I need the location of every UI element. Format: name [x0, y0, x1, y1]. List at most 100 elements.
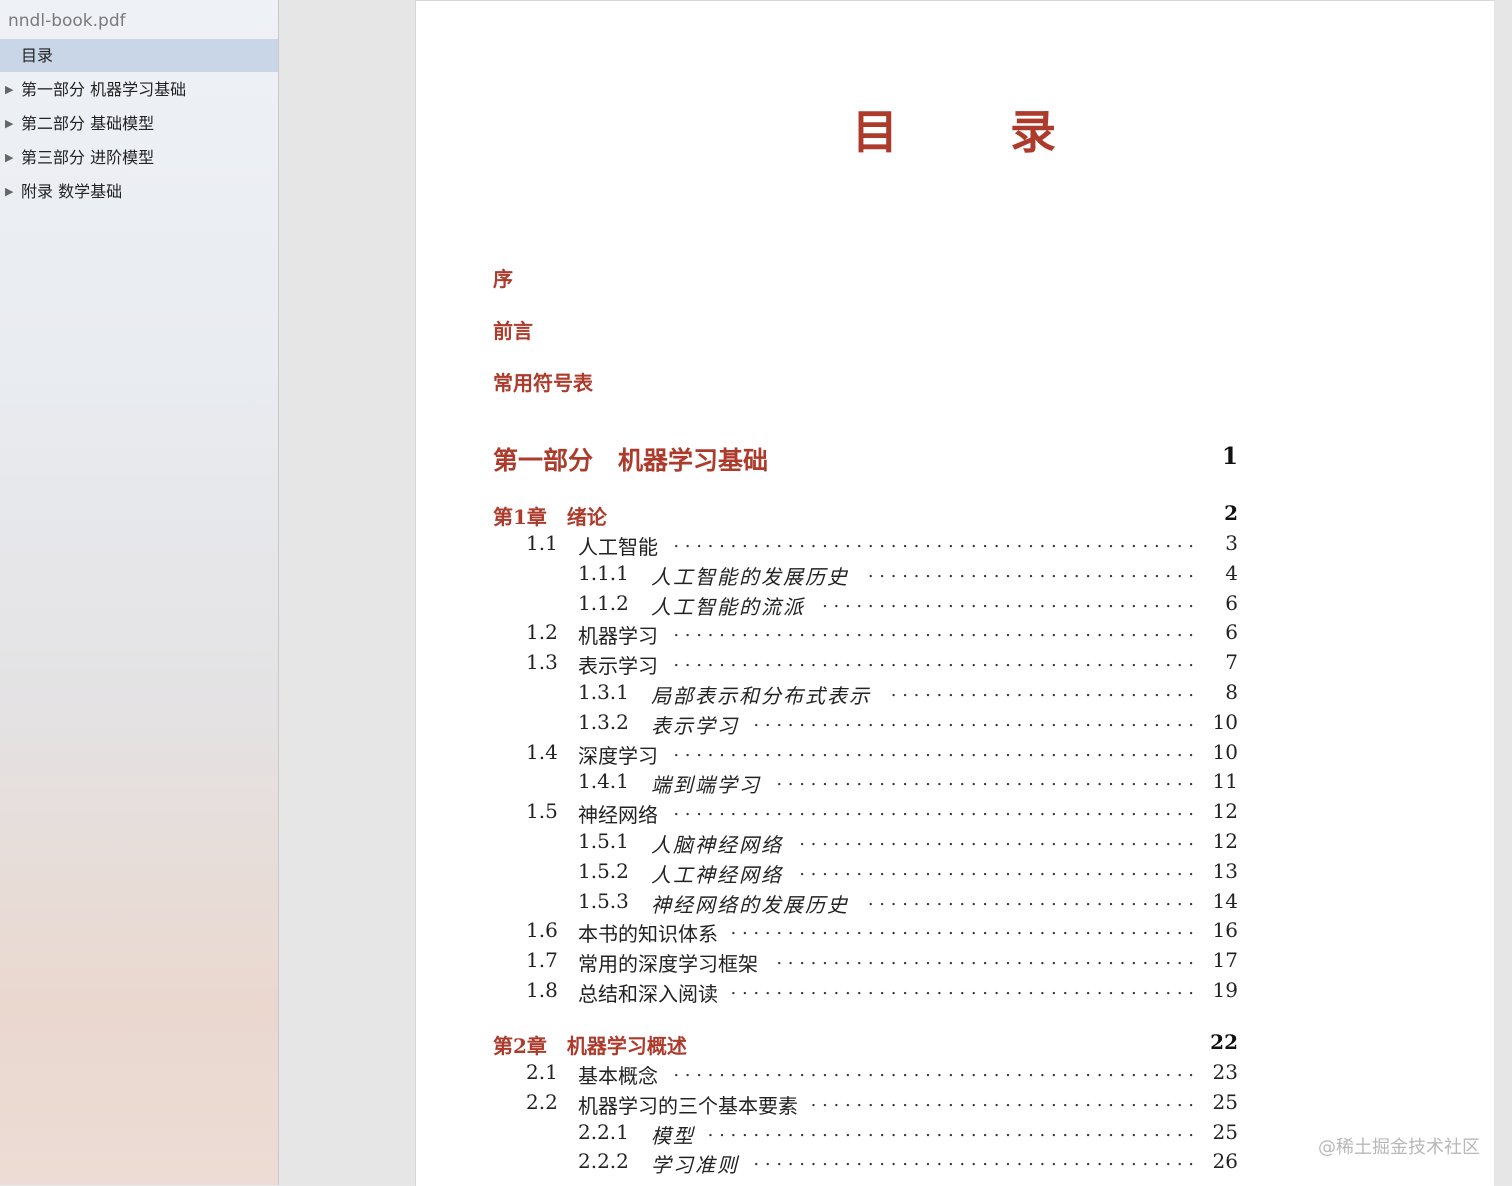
toc-entry-row[interactable]: 1.6 本书的知识体系 . . . . . . . . . . . . . . .…	[416, 918, 1494, 946]
toc-entry-title: 人工智能的流派	[651, 595, 805, 619]
outline-item-5[interactable]: ▶ 附录 数学基础	[0, 175, 278, 208]
toc-entry-row[interactable]: 1.3.1 局部表示和分布式表示 . . . . . . . . . . . . …	[416, 680, 1494, 708]
toc-entry-title: 机器学习的三个基本要素	[578, 1094, 798, 1118]
disclosure-triangle-icon[interactable]: ▶	[5, 73, 13, 106]
outline-item-label: 目录	[21, 46, 54, 65]
toc-entry-row[interactable]: 1.1 人工智能 . . . . . . . . . . . . . . . . …	[416, 531, 1494, 559]
toc-entry-row[interactable]: 1.1.2 人工智能的流派 . . . . . . . . . . . . . .…	[416, 591, 1494, 619]
toc-entry-page: 26	[1212, 1149, 1238, 1173]
toc-entry-number: 1.1.1	[578, 561, 629, 585]
toc-entry-number: 2.1	[526, 1060, 558, 1084]
toc-entry-title: 深度学习	[578, 744, 658, 768]
toc-entry-number: 1.5	[526, 799, 558, 823]
toc-entry-title: 学习准则	[651, 1153, 739, 1177]
toc-entry-row[interactable]: 1.8 总结和深入阅读 . . . . . . . . . . . . . . .…	[416, 978, 1494, 1006]
toc-leader-dots: . . . . . . . . . . . . . . . . . . . . …	[797, 859, 1194, 880]
toc-entry-row[interactable]: 2.1 基本概念 . . . . . . . . . . . . . . . . …	[416, 1060, 1494, 1088]
toc-entry-number: 1.8	[526, 978, 558, 1002]
toc-entry-title: 人工智能的发展历史	[651, 565, 849, 589]
toc-entry-number: 1.3.1	[578, 680, 629, 704]
toc-leader-dots: . . . . . . . . . . . . . . . . . . . . …	[885, 680, 1194, 701]
toc-entry-row[interactable]: 1.3.2 表示学习 . . . . . . . . . . . . . . . …	[416, 710, 1494, 738]
toc-entry-page: 25	[1212, 1090, 1238, 1114]
toc-chapter-title: 第2章 机器学习概述	[493, 1034, 687, 1058]
toc-entry-row[interactable]: 1.3 表示学习 . . . . . . . . . . . . . . . . …	[416, 650, 1494, 678]
toc-front-preface[interactable]: 序	[493, 263, 513, 292]
disclosure-triangle-icon[interactable]: ▶	[5, 107, 13, 140]
toc-entry-page: 7	[1225, 650, 1238, 674]
toc-leader-dots: . . . . . . . . . . . . . . . . . . . . …	[753, 1149, 1194, 1170]
toc-entry-title: 神经网络的发展历史	[651, 893, 849, 917]
toc-entry-title: 端到端学习	[651, 773, 761, 797]
toc-leader-dots: . . . . . . . . . . . . . . . . . . . . …	[732, 978, 1194, 999]
outline-item-label: 第三部分 进阶模型	[21, 148, 155, 167]
toc-entry-page: 12	[1212, 829, 1238, 853]
toc-leader-dots: . . . . . . . . . . . . . . . . . . . . …	[775, 769, 1194, 790]
toc-leader-dots: . . . . . . . . . . . . . . . . . . . . …	[672, 799, 1194, 820]
toc-entry-number: 1.5.2	[578, 859, 629, 883]
toc-entry-page: 3	[1225, 531, 1238, 555]
toc-entry-row[interactable]: 1.5.3 神经网络的发展历史 . . . . . . . . . . . . .…	[416, 889, 1494, 917]
toc-entry-number: 2.2.1	[578, 1120, 629, 1144]
toc-chapter-row[interactable]: 第1章 绪论 2	[493, 501, 1238, 529]
toc-entry-row[interactable]: 1.1.1 人工智能的发展历史 . . . . . . . . . . . . .…	[416, 561, 1494, 589]
document-filename: nndl-book.pdf	[8, 11, 126, 31]
sidebar: nndl-book.pdf 目录 ▶ 第一部分 机器学习基础 ▶ 第二部分 基础模型 ▶ 第…	[0, 0, 279, 1185]
disclosure-triangle-icon[interactable]: ▶	[5, 175, 13, 208]
toc-entry-number: 1.7	[526, 948, 558, 972]
toc-entry-page: 6	[1225, 620, 1238, 644]
toc-entry-row[interactable]: 1.7 常用的深度学习框架 . . . . . . . . . . . . . .…	[416, 948, 1494, 976]
heading-left-char: 目	[852, 105, 900, 159]
watermark: @稀土掘金技术社区	[1318, 1137, 1480, 1158]
toc-entry-page: 14	[1212, 889, 1238, 913]
toc-entry-row[interactable]: 1.2 机器学习 . . . . . . . . . . . . . . . . …	[416, 620, 1494, 648]
toc-entry-title: 局部表示和分布式表示	[651, 684, 871, 708]
toc-chapter-page: 22	[1210, 1030, 1238, 1054]
outline-item-1[interactable]: 目录	[0, 39, 278, 72]
toc-leader-dots: . . . . . . . . . . . . . . . . . . . . …	[812, 1090, 1194, 1111]
toc-entry-page: 13	[1212, 859, 1238, 883]
toc-entry-row[interactable]: 1.5.2 人工神经网络 . . . . . . . . . . . . . . …	[416, 859, 1494, 887]
toc-entry-title: 机器学习	[578, 624, 658, 648]
toc-leader-dots: . . . . . . . . . . . . . . . . . . . . …	[863, 889, 1194, 910]
toc-chapter-page: 2	[1224, 501, 1238, 525]
toc-entry-title: 人工神经网络	[651, 863, 783, 887]
toc-entry-page: 23	[1212, 1060, 1238, 1084]
toc-leader-dots: . . . . . . . . . . . . . . . . . . . . …	[772, 948, 1194, 969]
toc-entry-page: 10	[1212, 710, 1238, 734]
toc-entry-row[interactable]: 2.2 机器学习的三个基本要素 . . . . . . . . . . . . .…	[416, 1090, 1494, 1118]
toc-leader-dots: . . . . . . . . . . . . . . . . . . . . …	[709, 1120, 1194, 1141]
toc-entry-page: 17	[1212, 948, 1238, 972]
toc-leader-dots: . . . . . . . . . . . . . . . . . . . . …	[863, 561, 1194, 582]
toc-entry-number: 2.2	[526, 1090, 558, 1114]
toc-entry-number: 1.5.1	[578, 829, 629, 853]
outline-item-label: 附录 数学基础	[21, 182, 123, 201]
document-viewer[interactable]: 目录 序 前言 常用符号表 第一部分 机器学习基础 1 第1章 绪论 2 1.1 人工…	[279, 0, 1512, 1186]
outline-item-2[interactable]: ▶ 第一部分 机器学习基础	[0, 73, 278, 106]
toc-leader-dots: . . . . . . . . . . . . . . . . . . . . …	[819, 591, 1194, 612]
toc-chapter-row[interactable]: 第2章 机器学习概述 22	[493, 1030, 1238, 1058]
toc-front-foreword[interactable]: 前言	[493, 315, 533, 344]
toc-part-page: 1	[1221, 443, 1238, 470]
toc-part-row[interactable]: 第一部分 机器学习基础 1	[493, 441, 1238, 475]
toc-entry-number: 1.6	[526, 918, 558, 942]
toc-entry-title: 表示学习	[651, 714, 739, 738]
toc-entry-number: 1.4	[526, 740, 558, 764]
toc-entry-page: 4	[1225, 561, 1238, 585]
outline-item-3[interactable]: ▶ 第二部分 基础模型	[0, 107, 278, 140]
toc-entry-page: 25	[1212, 1120, 1238, 1144]
toc-entry-page: 6	[1225, 591, 1238, 615]
toc-entry-row[interactable]: 1.5.1 人脑神经网络 . . . . . . . . . . . . . . …	[416, 829, 1494, 857]
toc-entry-title: 人脑神经网络	[651, 833, 783, 857]
disclosure-triangle-icon[interactable]: ▶	[5, 141, 13, 174]
toc-entry-number: 1.5.3	[578, 889, 629, 913]
toc-leader-dots: . . . . . . . . . . . . . . . . . . . . …	[672, 531, 1194, 552]
toc-entry-row[interactable]: 1.4 深度学习 . . . . . . . . . . . . . . . . …	[416, 740, 1494, 768]
toc-front-notation[interactable]: 常用符号表	[493, 367, 593, 396]
toc-entry-number: 1.3	[526, 650, 558, 674]
outline-item-4[interactable]: ▶ 第三部分 进阶模型	[0, 141, 278, 174]
toc-entry-row[interactable]: 1.4.1 端到端学习 . . . . . . . . . . . . . . .…	[416, 769, 1494, 797]
toc-entry-title: 神经网络	[578, 803, 658, 827]
toc-entry-row[interactable]: 1.5 神经网络 . . . . . . . . . . . . . . . . …	[416, 799, 1494, 827]
toc-leader-dots: . . . . . . . . . . . . . . . . . . . . …	[672, 1060, 1194, 1081]
